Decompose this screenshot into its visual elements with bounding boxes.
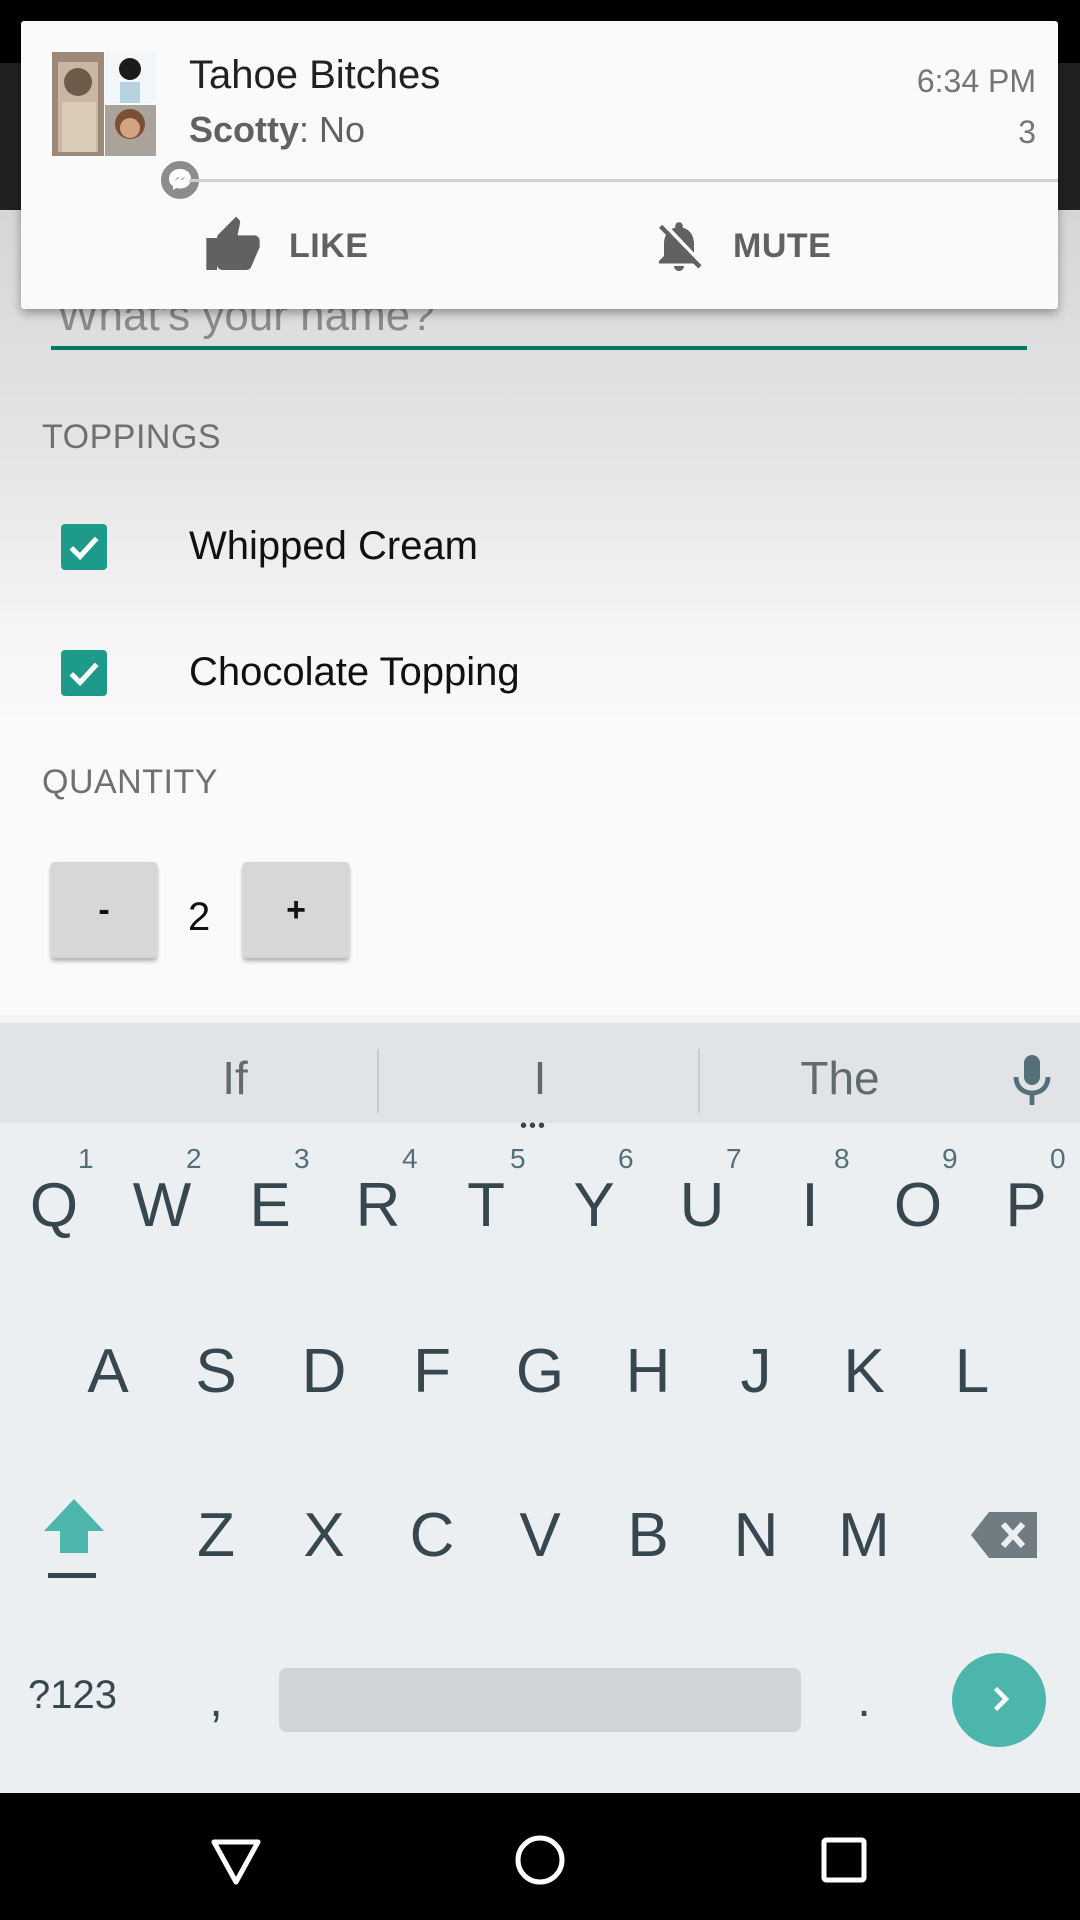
key-k[interactable]: K bbox=[810, 1311, 918, 1431]
backspace-key[interactable] bbox=[950, 1475, 1058, 1595]
key-hint-8: 8 bbox=[834, 1143, 850, 1174]
checkmark-icon bbox=[69, 662, 99, 687]
group-avatar bbox=[52, 52, 202, 202]
key-j[interactable]: J bbox=[702, 1311, 810, 1431]
toppings-label: TOPPINGS bbox=[42, 418, 222, 456]
key-h[interactable]: H bbox=[594, 1311, 702, 1431]
whipped-cream-label[interactable]: Whipped Cream bbox=[189, 524, 478, 569]
message-text: : No bbox=[299, 109, 366, 150]
whipped-cream-checkbox[interactable] bbox=[61, 524, 107, 570]
decrement-button[interactable]: - bbox=[51, 862, 157, 958]
checkmark-icon bbox=[69, 536, 99, 561]
suggestion-divider bbox=[698, 1049, 700, 1113]
key-hint-9: 9 bbox=[942, 1143, 958, 1174]
message-count: 3 bbox=[1018, 114, 1036, 150]
more-suggestions-dots[interactable]: ••• bbox=[520, 1115, 547, 1138]
key-b[interactable]: B bbox=[594, 1475, 702, 1595]
quantity-label: QUANTITY bbox=[42, 763, 218, 801]
home-icon[interactable] bbox=[510, 1830, 570, 1890]
key-f[interactable]: F bbox=[378, 1311, 486, 1431]
suggestion-i[interactable]: I bbox=[500, 1051, 580, 1105]
like-action[interactable]: LIKE bbox=[201, 216, 368, 276]
bell-off-icon bbox=[659, 222, 702, 271]
quantity-value: 2 bbox=[188, 895, 211, 939]
back-icon[interactable] bbox=[206, 1830, 266, 1890]
key-m[interactable]: M bbox=[810, 1475, 918, 1595]
key-hint-7: 7 bbox=[726, 1143, 742, 1174]
key-s[interactable]: S bbox=[162, 1311, 270, 1431]
chevron-right-icon bbox=[993, 1686, 1010, 1711]
key-v[interactable]: V bbox=[486, 1475, 594, 1595]
suggestion-bar: If I ••• The bbox=[0, 1015, 1080, 1137]
enter-key[interactable] bbox=[952, 1653, 1046, 1747]
suggestion-if[interactable]: If bbox=[195, 1051, 275, 1105]
sender-name: Scotty bbox=[189, 109, 300, 150]
notification-time: 6:34 PM bbox=[916, 63, 1036, 99]
suggestion-the[interactable]: The bbox=[780, 1051, 900, 1105]
chocolate-topping-checkbox[interactable] bbox=[61, 650, 107, 696]
suggestion-divider bbox=[377, 1049, 379, 1113]
thumbs-up-icon bbox=[206, 216, 260, 270]
key-z[interactable]: Z bbox=[162, 1475, 270, 1595]
like-label: LIKE bbox=[289, 226, 369, 265]
key-hint-0: 0 bbox=[1050, 1143, 1066, 1174]
key-x[interactable]: X bbox=[270, 1475, 378, 1595]
key-l[interactable]: L bbox=[918, 1311, 1026, 1431]
chocolate-topping-label[interactable]: Chocolate Topping bbox=[189, 650, 520, 695]
mute-action[interactable]: MUTE bbox=[649, 216, 831, 276]
space-key[interactable] bbox=[279, 1668, 801, 1732]
symbols-key[interactable]: ?123 bbox=[22, 1672, 123, 1719]
key-hint-4: 4 bbox=[402, 1143, 418, 1174]
key-hint-6: 6 bbox=[618, 1143, 634, 1174]
key-g[interactable]: G bbox=[486, 1311, 594, 1431]
divider bbox=[189, 179, 1058, 182]
message-preview: Scotty: No bbox=[189, 109, 365, 151]
key-d[interactable]: D bbox=[270, 1311, 378, 1431]
recents-icon[interactable] bbox=[814, 1830, 874, 1890]
period-key[interactable]: . bbox=[810, 1640, 918, 1760]
backspace-icon bbox=[971, 1512, 1037, 1558]
shift-arrow-icon bbox=[44, 1499, 104, 1578]
message-notification[interactable]: Tahoe Bitches Scotty: No 6:34 PM 3 LIKE … bbox=[21, 21, 1058, 309]
key-a[interactable]: A bbox=[54, 1311, 162, 1431]
microphone-icon[interactable] bbox=[1008, 1053, 1056, 1109]
key-hint-3: 3 bbox=[294, 1143, 310, 1174]
key-hint-5: 5 bbox=[510, 1143, 526, 1174]
mute-label: MUTE bbox=[733, 226, 832, 265]
comma-key[interactable]: , bbox=[162, 1640, 270, 1760]
key-hint-1: 1 bbox=[78, 1143, 94, 1174]
increment-button[interactable]: + bbox=[243, 862, 349, 958]
conversation-title: Tahoe Bitches bbox=[189, 53, 441, 97]
shift-key[interactable] bbox=[20, 1475, 128, 1595]
key-hint-2: 2 bbox=[186, 1143, 202, 1174]
key-c[interactable]: C bbox=[378, 1475, 486, 1595]
key-n[interactable]: N bbox=[702, 1475, 810, 1595]
